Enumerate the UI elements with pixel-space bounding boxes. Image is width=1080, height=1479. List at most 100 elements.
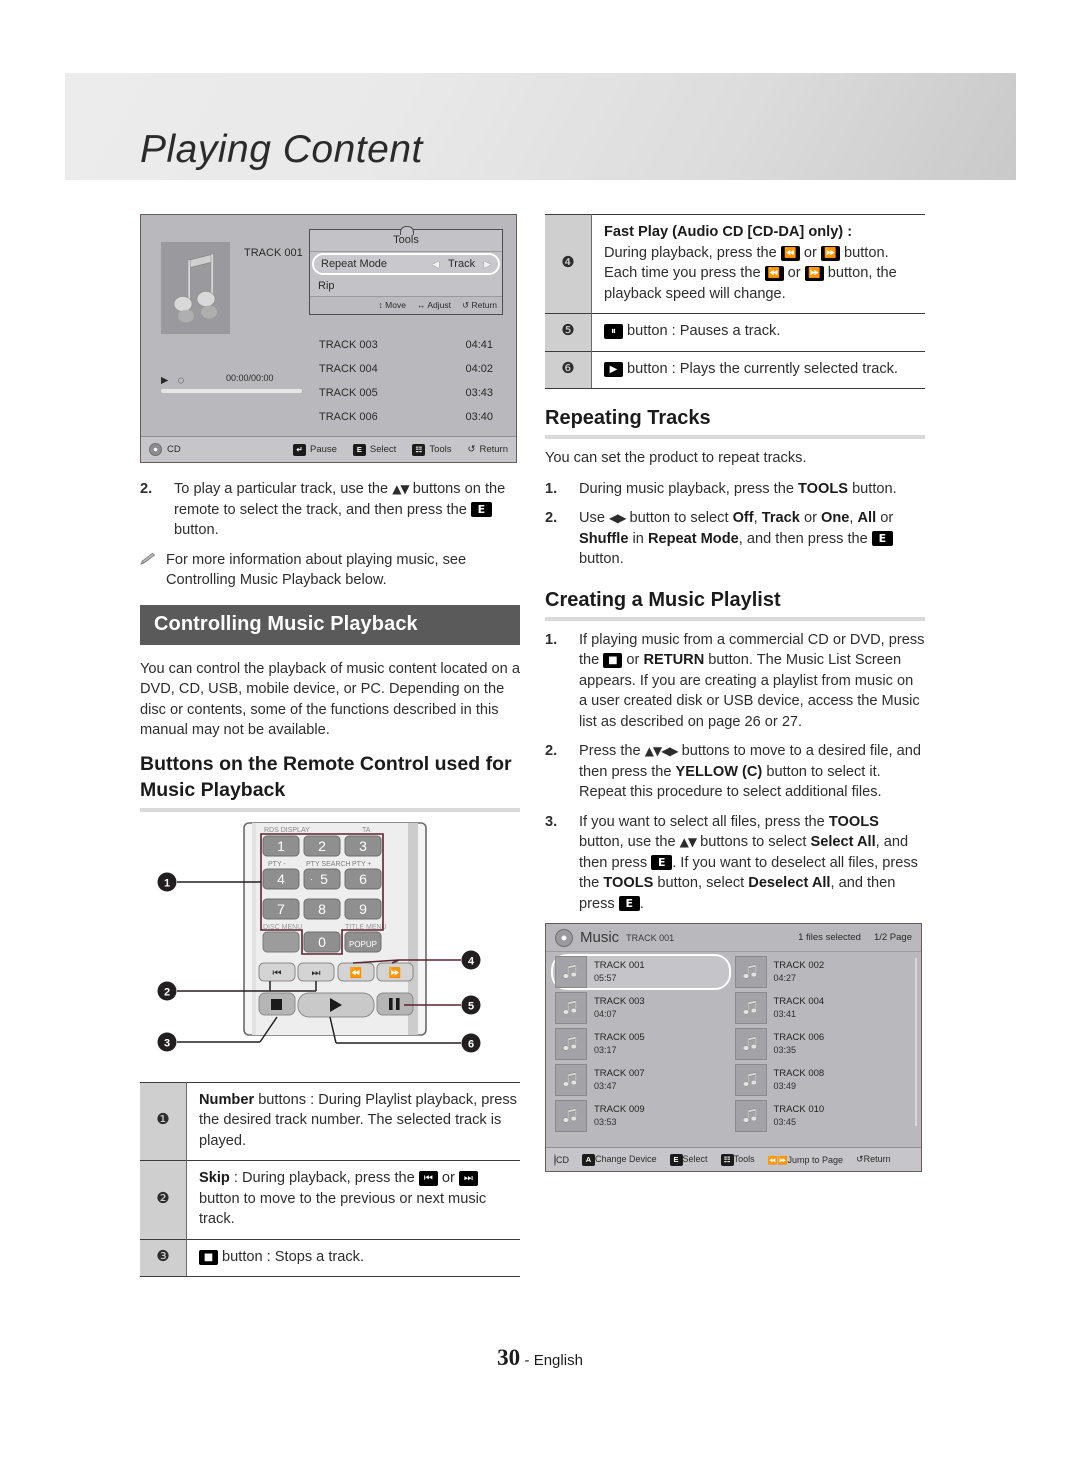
- track-name: TRACK 006: [319, 411, 378, 423]
- tools-row-rip[interactable]: Rip: [310, 276, 502, 296]
- skip-arrows-icon: ⏪⏩: [767, 1155, 788, 1165]
- svg-text:4: 4: [468, 955, 475, 967]
- a-key-icon: A: [582, 1153, 595, 1166]
- enter-button-icon: E: [871, 530, 893, 546]
- skip-forward-icon: ⏭: [458, 1171, 478, 1186]
- callout-number: ❷: [140, 1160, 187, 1239]
- svg-text:8: 8: [318, 901, 326, 917]
- repeating-step-1: 1. During music playback, press the TOOL…: [545, 479, 925, 500]
- left-right-arrow-icon: ◀▶: [609, 511, 626, 525]
- callout-number: ❺: [545, 313, 592, 351]
- music-item-time: 04:07: [594, 1009, 617, 1019]
- track-row[interactable]: TRACK 004 04:02: [309, 357, 503, 381]
- up-down-arrow-icon: ▲▼: [679, 835, 697, 849]
- remote-control-diagram: RDS DISPLAY TA 1 2 3 PTY - PTY SEARCH PT…: [140, 821, 520, 1076]
- table-row: ❹ Fast Play (Audio CD [CD-DA] only) : Du…: [545, 214, 925, 314]
- music-list-item[interactable]: TRACK 009 03:53: [551, 1098, 731, 1134]
- svg-text:⏪: ⏪: [350, 966, 362, 979]
- remote-buttons-table-left: ❶ Number buttons : During Playlist playb…: [140, 1081, 520, 1278]
- repeating-intro: You can set the product to repeat tracks…: [545, 450, 807, 466]
- tools-row-repeat-mode[interactable]: Repeat Mode ◀ Track ▶: [312, 253, 500, 275]
- music-list-item[interactable]: TRACK 002 04:27: [731, 954, 911, 990]
- source-indicator: CD: [149, 443, 181, 456]
- svg-text:1: 1: [277, 838, 285, 854]
- callout-number: ❹: [545, 214, 592, 314]
- footer-action-tools[interactable]: ☷ Tools: [412, 443, 452, 456]
- remote-buttons-heading: Buttons on the Remote Control used for M…: [140, 752, 512, 801]
- cd-track-list[interactable]: TRACK 003 04:41 TRACK 004 04:02 TRACK 00…: [309, 333, 503, 429]
- footer-action-select[interactable]: E Select: [352, 443, 396, 456]
- music-item-name: TRACK 008: [773, 1068, 825, 1079]
- enter-key-icon: E: [352, 443, 366, 456]
- track-row[interactable]: TRACK 003 04:41: [309, 333, 503, 357]
- now-playing-label: TRACK 001: [244, 247, 303, 259]
- music-item-name: TRACK 004: [773, 996, 825, 1007]
- music-list-item[interactable]: TRACK 006 03:35: [731, 1026, 911, 1062]
- music-item-meta: TRACK 009 03:53: [594, 1103, 645, 1129]
- tools-popup[interactable]: Tools Repeat Mode ◀ Track ▶ Rip ↕ Move ↔…: [309, 226, 503, 315]
- svg-text:6: 6: [468, 1038, 474, 1050]
- footer-action-change-device[interactable]: A Change Device: [582, 1153, 657, 1166]
- step-text: If you want to select all files, press t…: [579, 813, 918, 912]
- music-list-item[interactable]: TRACK 003 04:07: [551, 990, 731, 1026]
- enter-button-icon: E: [618, 895, 640, 911]
- footer-action-select[interactable]: E Select: [669, 1153, 708, 1166]
- tools-key-icon: ☷: [412, 443, 426, 456]
- tools-row-label: Repeat Mode: [321, 258, 388, 270]
- callout-description: Fast Play (Audio CD [CD-DA] only) : Duri…: [591, 214, 925, 314]
- scrollbar[interactable]: [915, 958, 917, 1126]
- heading-rule: [545, 435, 925, 439]
- footer-action-return[interactable]: ↺Return: [856, 1154, 891, 1165]
- return-hint: ↺ Return: [462, 300, 497, 310]
- music-list-item[interactable]: TRACK 008 03:49: [731, 1062, 911, 1098]
- callout-number: ❸: [140, 1238, 187, 1277]
- tools-row-value-group: ◀ Track ▶: [432, 258, 491, 270]
- music-item-name: TRACK 002: [773, 960, 825, 971]
- step-number: 2.: [545, 510, 558, 526]
- footer-action-pause[interactable]: ↵ Pause: [292, 443, 337, 456]
- music-item-name: TRACK 001: [594, 960, 645, 971]
- svg-text:7: 7: [277, 901, 285, 917]
- table-row: ❷ Skip : During playback, press the ⏮ or…: [140, 1160, 520, 1239]
- music-list-item[interactable]: TRACK 010 03:45: [731, 1098, 911, 1134]
- cd-footer-actions: ↵ Pause E Select ☷ Tools ↺ Return: [292, 443, 508, 456]
- music-list-item[interactable]: TRACK 005 03:17: [551, 1026, 731, 1062]
- table-row: ❶ Number buttons : During Playlist playb…: [140, 1081, 520, 1161]
- music-item-name: TRACK 005: [594, 1032, 645, 1043]
- music-list-item[interactable]: TRACK 004 03:41: [731, 990, 911, 1026]
- step-number: 2.: [140, 481, 153, 497]
- enter-button-icon: E: [651, 854, 673, 870]
- left-arrow-icon[interactable]: ◀: [432, 259, 439, 270]
- music-item-time: 04:27: [773, 973, 797, 983]
- callout-number: ❶: [140, 1081, 187, 1161]
- music-item-time: 03:47: [594, 1081, 617, 1091]
- track-row[interactable]: TRACK 005 03:43: [309, 381, 503, 405]
- footer-action-return[interactable]: ↺Return: [468, 444, 508, 455]
- right-arrow-icon[interactable]: ▶: [484, 259, 491, 270]
- music-note-thumb-icon: [734, 1064, 767, 1096]
- music-item-time: 03:45: [773, 1117, 797, 1127]
- svg-text:9: 9: [359, 901, 367, 917]
- skip-back-icon: ⏮: [418, 1171, 438, 1186]
- step-text: To play a particular track, use the ▲▼ b…: [174, 481, 506, 538]
- elapsed-time: 00:00/00:00: [226, 373, 274, 383]
- music-note-thumb-icon: [555, 992, 587, 1024]
- footer-action-tools[interactable]: ☷ Tools: [720, 1153, 755, 1166]
- music-item-meta: TRACK 005 03:17: [594, 1031, 645, 1057]
- music-list-item[interactable]: TRACK 007 03:47: [551, 1062, 731, 1098]
- music-list-grid[interactable]: TRACK 001 05:57 TRACK 002 04:27 TRACK 00…: [551, 954, 910, 1134]
- progress-bar[interactable]: [161, 389, 302, 393]
- page-indicator: 1/2 Page: [873, 932, 912, 943]
- source-label: CD: [167, 444, 181, 455]
- music-list-item[interactable]: TRACK 001 05:57: [551, 954, 731, 990]
- music-note-thumb-icon: [555, 1064, 587, 1096]
- note-text: For more information about playing music…: [166, 551, 467, 589]
- tools-key-icon: ☷: [720, 1153, 734, 1166]
- music-note-thumb-icon: [734, 1028, 767, 1060]
- music-item-meta: TRACK 010 03:45: [774, 1103, 825, 1129]
- music-item-meta: TRACK 003 04:07: [594, 995, 645, 1021]
- right-column: ❹ Fast Play (Audio CD [CD-DA] only) : Du…: [545, 214, 925, 1172]
- footer-action-jump-to-page[interactable]: ⏪⏩Jump to Page: [768, 1155, 843, 1165]
- track-row[interactable]: TRACK 006 03:40: [309, 405, 503, 429]
- music-item-meta: TRACK 001 05:57: [594, 959, 645, 985]
